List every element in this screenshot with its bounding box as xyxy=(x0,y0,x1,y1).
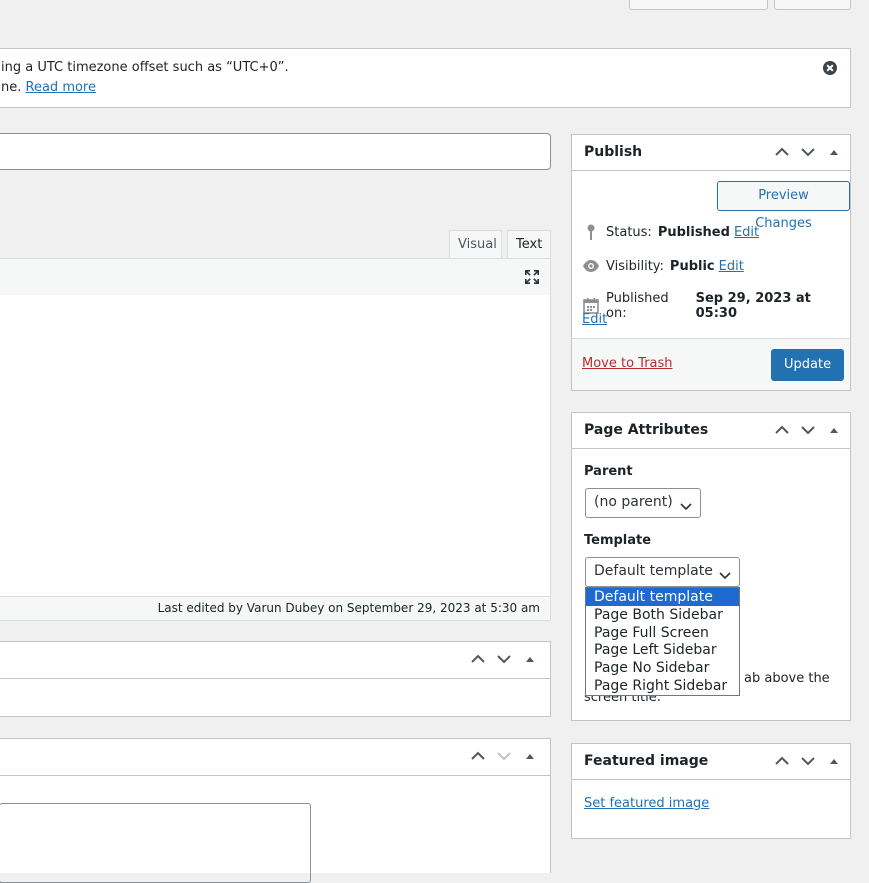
move-up-icon[interactable] xyxy=(774,422,790,438)
parent-label: Parent xyxy=(584,464,633,479)
tab-text[interactable]: Text xyxy=(507,230,551,259)
parent-select[interactable]: (no parent) xyxy=(585,488,701,518)
template-option[interactable]: Page Full Screen xyxy=(586,624,739,642)
move-down-icon[interactable] xyxy=(800,144,816,160)
metabox-2-body xyxy=(0,776,551,883)
move-up-icon[interactable] xyxy=(774,753,790,769)
toggle-panel-icon[interactable] xyxy=(826,144,842,160)
toggle-panel-icon[interactable] xyxy=(826,753,842,769)
publish-box: Publish Preview Changes Status: Published… xyxy=(571,134,851,391)
metabox-1-body xyxy=(0,679,551,717)
metabox-1-header xyxy=(0,641,551,679)
edit-status-link[interactable]: Edit xyxy=(734,225,759,240)
move-up-icon[interactable] xyxy=(470,651,486,667)
notice-line-1: ing a UTC timezone offset such as “UTC+0… xyxy=(1,60,289,75)
editor-toolbar xyxy=(0,258,551,296)
pin-icon xyxy=(582,223,600,241)
status-row: Status: Published Edit xyxy=(582,223,759,241)
eye-icon xyxy=(582,257,600,275)
move-down-icon xyxy=(496,748,512,764)
timezone-notice: ing a UTC timezone offset such as “UTC+0… xyxy=(0,48,851,108)
publish-actions: Move to Trash Update xyxy=(572,338,850,390)
chevron-down-icon xyxy=(680,499,692,515)
move-down-icon[interactable] xyxy=(800,422,816,438)
fullscreen-icon[interactable] xyxy=(524,269,540,285)
edit-date-link[interactable]: Edit xyxy=(582,312,607,327)
set-featured-image-link[interactable]: Set featured image xyxy=(584,796,709,811)
last-edited-status: Last edited by Varun Dubey on September … xyxy=(0,596,551,621)
screen-options-button[interactable] xyxy=(629,0,768,10)
page-attributes-title: Page Attributes xyxy=(584,422,709,438)
featured-image-title: Featured image xyxy=(584,753,709,769)
metabox-2-textarea[interactable] xyxy=(0,803,311,883)
publish-header: Publish xyxy=(572,135,850,171)
notice-line-2: ne. Read more xyxy=(1,80,96,95)
move-down-icon[interactable] xyxy=(496,651,512,667)
move-down-icon[interactable] xyxy=(800,753,816,769)
help-text-line-1: ab above the xyxy=(744,671,830,686)
template-dropdown-list: Default template Page Both Sidebar Page … xyxy=(585,587,740,696)
chevron-down-icon xyxy=(719,568,731,584)
visibility-row: Visibility: Public Edit xyxy=(582,257,744,275)
template-option[interactable]: Default template xyxy=(586,588,739,606)
template-option[interactable]: Page No Sidebar xyxy=(586,659,739,677)
content-textarea[interactable] xyxy=(0,295,551,597)
template-select[interactable]: Default template xyxy=(585,557,740,587)
title-input[interactable] xyxy=(0,133,551,170)
update-button[interactable]: Update xyxy=(771,349,845,381)
template-option[interactable]: Page Right Sidebar xyxy=(586,677,739,695)
published-on-row: Published on: Sep 29, 2023 at 05:30 xyxy=(582,291,850,321)
template-option[interactable]: Page Left Sidebar xyxy=(586,641,739,659)
template-label: Template xyxy=(584,533,652,548)
metabox-2-header xyxy=(0,738,551,776)
tab-visual[interactable]: Visual xyxy=(449,230,502,259)
dismiss-icon[interactable] xyxy=(823,61,837,75)
featured-image-box: Featured image Set featured image xyxy=(571,743,851,839)
read-more-link[interactable]: Read more xyxy=(26,80,96,95)
move-up-icon[interactable] xyxy=(774,144,790,160)
toggle-panel-icon[interactable] xyxy=(522,651,538,667)
publish-title: Publish xyxy=(584,144,643,160)
move-to-trash-link[interactable]: Move to Trash xyxy=(582,356,673,371)
edit-visibility-link[interactable]: Edit xyxy=(719,259,744,274)
preview-changes-button[interactable]: Preview Changes xyxy=(717,181,850,231)
page-attributes-header: Page Attributes xyxy=(572,413,850,449)
toggle-panel-icon[interactable] xyxy=(522,748,538,764)
move-up-icon[interactable] xyxy=(470,748,486,764)
template-option[interactable]: Page Both Sidebar xyxy=(586,606,739,624)
help-button[interactable] xyxy=(774,0,851,10)
featured-image-header: Featured image xyxy=(572,744,850,780)
toggle-panel-icon[interactable] xyxy=(826,422,842,438)
